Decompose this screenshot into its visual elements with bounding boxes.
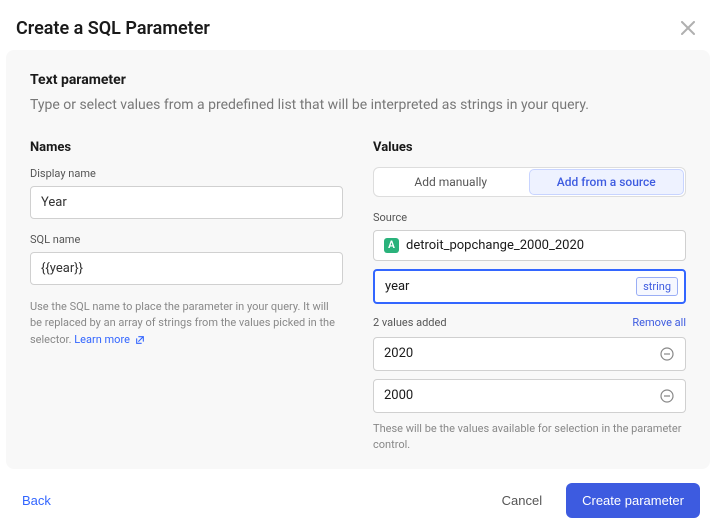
remove-circle-icon bbox=[660, 389, 674, 403]
value-text: 2020 bbox=[384, 346, 413, 361]
toggle-add-from-source[interactable]: Add from a source bbox=[529, 169, 685, 195]
create-parameter-button[interactable]: Create parameter bbox=[566, 483, 700, 518]
source-column-select[interactable]: year string bbox=[373, 269, 686, 304]
cancel-button[interactable]: Cancel bbox=[488, 485, 556, 516]
main-panel: Text parameter Type or select values fro… bbox=[6, 50, 710, 469]
back-button[interactable]: Back bbox=[22, 493, 51, 508]
remove-value-button[interactable] bbox=[659, 388, 675, 404]
values-column: Values Add manually Add from a source So… bbox=[373, 140, 686, 454]
values-meta-row: 2 values added Remove all bbox=[373, 316, 686, 329]
display-name-input[interactable] bbox=[30, 186, 343, 219]
sql-name-label: SQL name bbox=[30, 233, 343, 246]
names-help-text: Use the SQL name to place the parameter … bbox=[30, 299, 343, 349]
external-link-icon bbox=[135, 335, 145, 345]
value-text: 2000 bbox=[384, 388, 413, 403]
values-section-label: Values bbox=[373, 140, 686, 155]
source-column-value: year bbox=[385, 279, 409, 294]
values-mode-toggle: Add manually Add from a source bbox=[373, 167, 686, 197]
type-badge: string bbox=[636, 277, 678, 296]
close-button[interactable] bbox=[676, 16, 700, 40]
panel-title: Text parameter bbox=[30, 72, 686, 88]
panel-description: Type or select values from a predefined … bbox=[30, 96, 686, 116]
values-help-text: These will be the values available for s… bbox=[373, 421, 686, 454]
learn-more-link[interactable]: Learn more bbox=[74, 333, 144, 346]
value-row: 2000 bbox=[373, 379, 686, 413]
display-name-label: Display name bbox=[30, 167, 343, 180]
modal-header: Create a SQL Parameter bbox=[0, 0, 716, 50]
modal-title: Create a SQL Parameter bbox=[16, 18, 210, 39]
source-label: Source bbox=[373, 211, 686, 224]
remove-all-button[interactable]: Remove all bbox=[632, 316, 686, 329]
toggle-add-manually[interactable]: Add manually bbox=[374, 168, 528, 196]
close-icon bbox=[681, 21, 695, 35]
remove-circle-icon bbox=[660, 347, 674, 361]
learn-more-label: Learn more bbox=[74, 333, 130, 346]
values-count: 2 values added bbox=[373, 316, 447, 329]
source-badge-icon: A bbox=[384, 238, 399, 253]
modal-footer: Back Cancel Create parameter bbox=[0, 469, 716, 532]
value-row: 2020 bbox=[373, 337, 686, 371]
source-value: detroit_popchange_2000_2020 bbox=[406, 238, 584, 253]
names-section-label: Names bbox=[30, 140, 343, 155]
remove-value-button[interactable] bbox=[659, 346, 675, 362]
names-column: Names Display name SQL name Use the SQL … bbox=[30, 140, 343, 454]
sql-name-input[interactable] bbox=[30, 252, 343, 285]
source-select[interactable]: A detroit_popchange_2000_2020 bbox=[373, 230, 686, 261]
